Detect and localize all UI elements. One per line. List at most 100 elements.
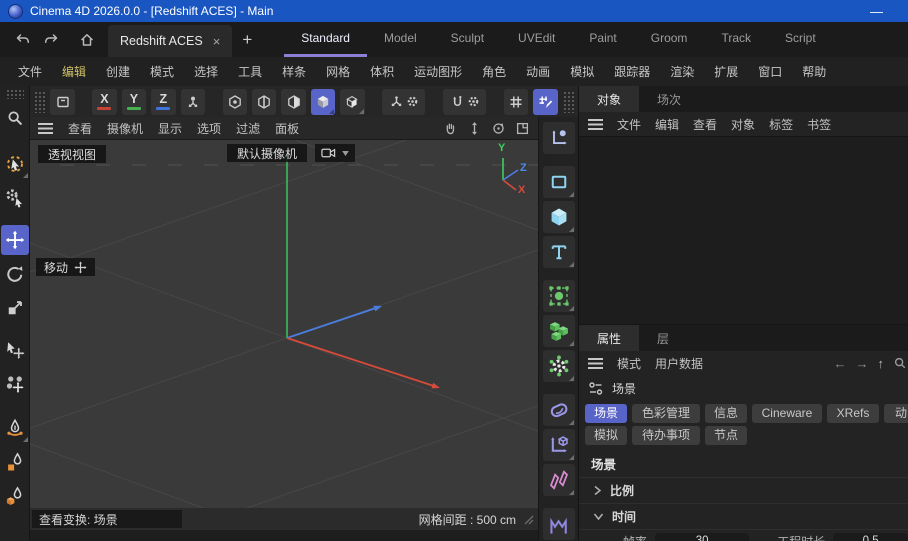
menu-select[interactable]: 选择 bbox=[184, 63, 228, 80]
document-tab[interactable]: Redshift ACES × bbox=[108, 25, 232, 57]
menu-render[interactable]: 渲染 bbox=[660, 63, 704, 80]
layout-tab-script[interactable]: Script bbox=[768, 22, 833, 57]
menu-volume[interactable]: 体积 bbox=[360, 63, 404, 80]
layout-tab-paint[interactable]: Paint bbox=[572, 22, 633, 57]
model-mode-icon[interactable] bbox=[311, 89, 335, 115]
viewport-menu-cameras[interactable]: 摄像机 bbox=[107, 120, 143, 137]
undo-icon[interactable] bbox=[12, 29, 34, 51]
attr-menu-userdata[interactable]: 用户数据 bbox=[655, 355, 703, 372]
coordinates-icon[interactable] bbox=[543, 122, 575, 154]
search-commander-icon[interactable] bbox=[1, 103, 29, 133]
text-spline-icon[interactable] bbox=[543, 236, 575, 268]
om-menu-objects[interactable]: 对象 bbox=[731, 116, 755, 133]
menu-file[interactable]: 文件 bbox=[8, 63, 52, 80]
attr-btn-xrefs[interactable]: XRefs bbox=[827, 404, 879, 423]
menu-mograph[interactable]: 运动图形 bbox=[404, 63, 472, 80]
coordinate-system-icon[interactable] bbox=[181, 89, 205, 115]
menu-mesh[interactable]: 网格 bbox=[316, 63, 360, 80]
scale-tool-icon[interactable] bbox=[1, 293, 29, 323]
om-menu-file[interactable]: 文件 bbox=[617, 116, 641, 133]
menu-spline[interactable]: 样条 bbox=[272, 63, 316, 80]
toolbar-drag-handle-2[interactable] bbox=[563, 91, 574, 113]
transform-tool-icon[interactable] bbox=[1, 335, 29, 365]
om-menu-view[interactable]: 查看 bbox=[693, 116, 717, 133]
group-scale[interactable]: 比例 bbox=[579, 477, 908, 503]
group-time[interactable]: 时间 bbox=[579, 503, 908, 529]
spline-pen-icon[interactable] bbox=[1, 413, 29, 443]
orbit-view-icon[interactable] bbox=[491, 121, 506, 136]
snap-settings-button[interactable] bbox=[443, 89, 486, 115]
layout-tab-groom[interactable]: Groom bbox=[634, 22, 705, 57]
tab-takes[interactable]: 场次 bbox=[639, 86, 699, 112]
om-menu-edit[interactable]: 编辑 bbox=[655, 116, 679, 133]
toggle-single-view-icon[interactable] bbox=[515, 121, 530, 136]
tweak-tool-icon[interactable] bbox=[1, 183, 29, 213]
menu-help[interactable]: 帮助 bbox=[792, 63, 836, 80]
rotate-tool-icon[interactable] bbox=[1, 259, 29, 289]
om-menu-bookmarks[interactable]: 书签 bbox=[807, 116, 831, 133]
menu-animate[interactable]: 动画 bbox=[516, 63, 560, 80]
om-menu-tags[interactable]: 标签 bbox=[769, 116, 793, 133]
home-icon[interactable] bbox=[76, 29, 98, 51]
attr-menu-mode[interactable]: 模式 bbox=[617, 355, 641, 372]
camera-name-label[interactable]: 默认摄像机 bbox=[227, 144, 307, 162]
viewport-menu-panel[interactable]: 面板 bbox=[275, 120, 299, 137]
grid-toggle-icon[interactable] bbox=[504, 89, 528, 115]
attr-btn-scene[interactable]: 场景 bbox=[585, 404, 627, 423]
fracture-blocks-icon[interactable] bbox=[543, 315, 575, 347]
attr-btn-info[interactable]: 信息 bbox=[705, 404, 747, 423]
layout-tab-model[interactable]: Model bbox=[367, 22, 434, 57]
project-duration-input[interactable]: 0.5 bbox=[833, 533, 908, 541]
toolbar-drag-handle[interactable] bbox=[34, 91, 45, 113]
instance-axis-icon[interactable] bbox=[543, 429, 575, 461]
menu-create[interactable]: 创建 bbox=[96, 63, 140, 80]
attr-btn-todo[interactable]: 待办事项 bbox=[632, 426, 700, 445]
cube-primitive-icon[interactable] bbox=[543, 201, 575, 233]
object-list-area[interactable] bbox=[579, 136, 908, 325]
menu-extensions[interactable]: 扩展 bbox=[704, 63, 748, 80]
attr-search-icon[interactable] bbox=[893, 356, 907, 370]
parent-up-icon[interactable]: ↑ bbox=[878, 356, 885, 371]
attribute-menu-icon[interactable] bbox=[588, 358, 603, 369]
add-tab-button[interactable]: + bbox=[232, 22, 262, 57]
deformer-icon[interactable] bbox=[543, 394, 575, 426]
viewport-menu-view[interactable]: 查看 bbox=[68, 120, 92, 137]
fps-input[interactable]: 30 bbox=[655, 533, 750, 541]
effector-icon[interactable] bbox=[543, 350, 575, 382]
attr-btn-cineware[interactable]: Cineware bbox=[752, 404, 822, 423]
menu-tools[interactable]: 工具 bbox=[228, 63, 272, 80]
attr-btn-color-management[interactable]: 色彩管理 bbox=[632, 404, 700, 423]
attr-btn-simulation[interactable]: 模拟 bbox=[585, 426, 627, 445]
history-back-icon[interactable]: ← bbox=[834, 356, 847, 371]
menu-simulate[interactable]: 模拟 bbox=[560, 63, 604, 80]
cloner-icon[interactable] bbox=[543, 280, 575, 312]
live-selection-icon[interactable] bbox=[1, 149, 29, 179]
viewport-menu-options[interactable]: 选项 bbox=[197, 120, 221, 137]
tab-attributes[interactable]: 属性 bbox=[579, 325, 639, 351]
polygons-mode-icon[interactable] bbox=[281, 89, 305, 115]
axis-modification-settings-button[interactable] bbox=[382, 89, 425, 115]
symmetry-icon[interactable] bbox=[543, 464, 575, 496]
menu-mode[interactable]: 模式 bbox=[140, 63, 184, 80]
camera-icon[interactable] bbox=[315, 144, 355, 162]
lock-z-axis-button[interactable]: Z bbox=[151, 89, 175, 115]
spline-profile-icon[interactable] bbox=[543, 508, 575, 540]
dolly-view-icon[interactable] bbox=[467, 121, 482, 136]
resize-grip-icon[interactable] bbox=[522, 513, 534, 525]
palette-drag-handle[interactable] bbox=[6, 89, 24, 99]
menu-character[interactable]: 角色 bbox=[472, 63, 516, 80]
layout-tab-standard[interactable]: Standard bbox=[284, 22, 367, 57]
points-mode-icon[interactable] bbox=[223, 89, 247, 115]
quantize-settings-icon[interactable] bbox=[533, 89, 557, 115]
viewport-menu-icon[interactable] bbox=[38, 123, 53, 134]
close-tab-icon[interactable]: × bbox=[213, 34, 221, 49]
edges-mode-icon[interactable] bbox=[252, 89, 276, 115]
minimize-button[interactable]: — bbox=[870, 4, 883, 19]
sketch-pen-square-icon[interactable] bbox=[1, 447, 29, 477]
menu-window[interactable]: 窗口 bbox=[748, 63, 792, 80]
history-forward-icon[interactable]: → bbox=[856, 356, 869, 371]
layout-tab-uvedit[interactable]: UVEdit bbox=[501, 22, 572, 57]
lock-x-axis-button[interactable]: X bbox=[92, 89, 116, 115]
view-name-label[interactable]: 透视视图 bbox=[38, 145, 106, 163]
menu-tracker[interactable]: 跟踪器 bbox=[604, 63, 660, 80]
